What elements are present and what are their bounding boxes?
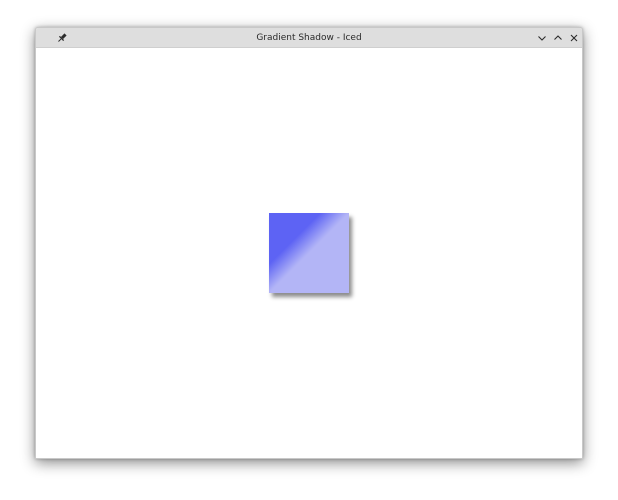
window-content <box>36 48 582 458</box>
close-button[interactable] <box>566 30 582 46</box>
chevron-up-icon <box>554 35 562 40</box>
close-icon <box>570 34 578 42</box>
minimize-button[interactable] <box>534 30 550 46</box>
desktop: Gradient Shadow - Iced <box>0 0 618 500</box>
chevron-down-icon <box>538 36 546 41</box>
pin-icon[interactable] <box>54 30 70 46</box>
window-titlebar[interactable]: Gradient Shadow - Iced <box>36 28 582 48</box>
gradient-shadow-square <box>269 213 349 293</box>
maximize-button[interactable] <box>550 30 566 46</box>
app-window: Gradient Shadow - Iced <box>35 27 583 459</box>
window-title: Gradient Shadow - Iced <box>256 33 362 43</box>
